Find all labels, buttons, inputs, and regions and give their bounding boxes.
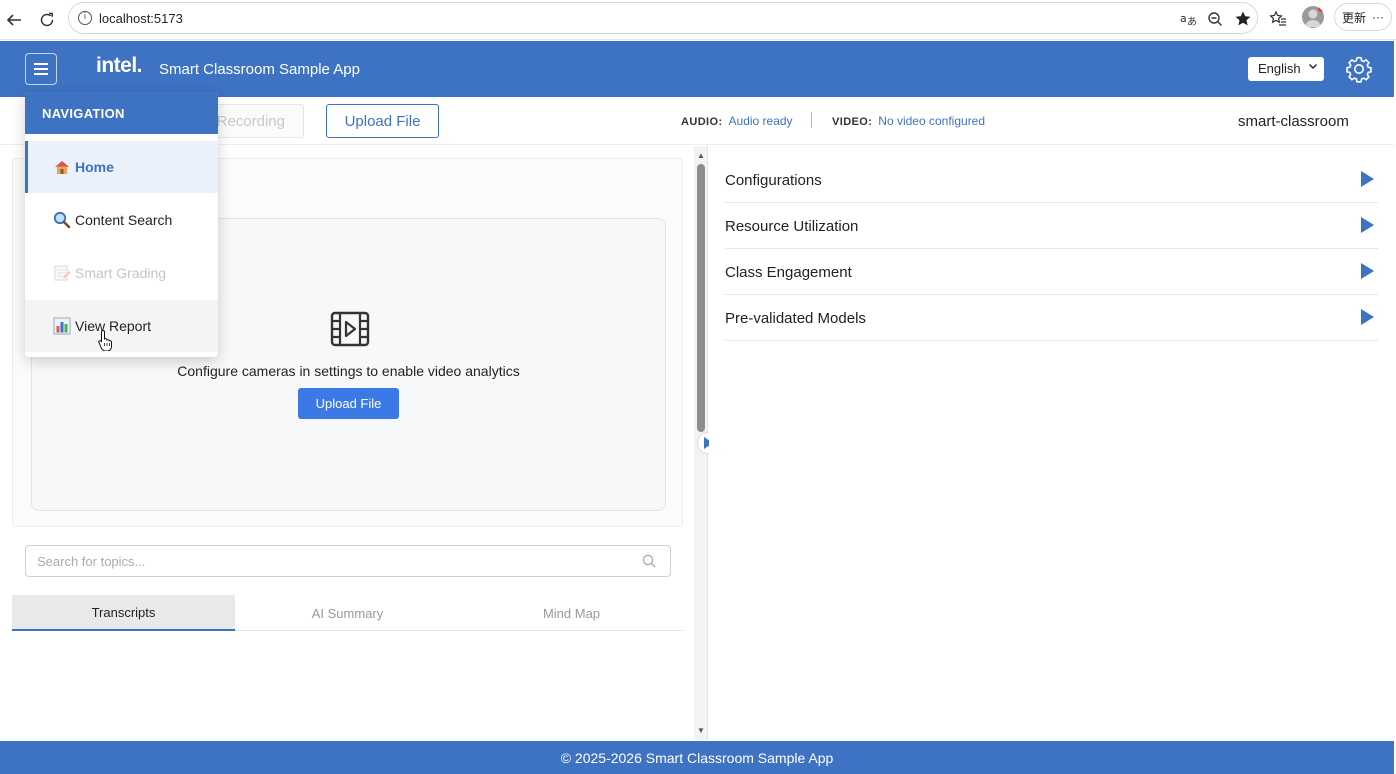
accordion-label: Configurations (725, 172, 822, 189)
nav-item-label: Home (75, 159, 114, 175)
more-icon[interactable]: ··· (1372, 10, 1384, 24)
camera-config-message: Configure cameras in settings to enable … (177, 363, 520, 379)
accordion-resource-utilization[interactable]: Resource Utilization (725, 202, 1378, 249)
app-header: intel. Smart Classroom Sample App Englis… (0, 41, 1394, 97)
expand-arrow-icon[interactable] (1361, 309, 1374, 325)
upload-file-button[interactable]: Upload File (326, 104, 439, 138)
accordion-configurations[interactable]: Configurations (725, 156, 1378, 203)
language-select[interactable]: English (1248, 57, 1324, 81)
favorites-icon[interactable] (1265, 6, 1291, 32)
video-upload-button[interactable]: Upload File (298, 388, 399, 419)
nav-item-content-search[interactable]: Content Search (25, 194, 218, 246)
update-label: 更新 (1341, 10, 1366, 25)
tab-mind-map[interactable]: Mind Map (460, 595, 683, 631)
translate-icon[interactable]: aあ (1179, 9, 1199, 29)
video-status: VIDEO: No video configured (832, 114, 985, 128)
accordion-pre-validated-models[interactable]: Pre-validated Models (725, 294, 1378, 341)
audio-status-key: AUDIO: (681, 116, 723, 128)
accordion-class-engagement[interactable]: Class Engagement (725, 248, 1378, 295)
update-button[interactable]: 更新 ··· (1334, 3, 1392, 31)
house-icon (53, 158, 71, 176)
search-icon[interactable] (642, 554, 656, 568)
film-icon (330, 311, 370, 347)
topic-search-input[interactable]: Search for topics... (25, 545, 671, 577)
site-info-icon[interactable]: i (78, 11, 92, 25)
expand-arrow-icon[interactable] (1361, 217, 1374, 233)
scroll-up-icon[interactable]: ▲ (697, 151, 705, 160)
memo-icon (53, 264, 71, 282)
back-arrow-icon[interactable] (0, 6, 28, 34)
audio-status-value: Audio ready (728, 114, 793, 128)
notification-dot (1318, 6, 1324, 12)
accordion-label: Pre-validated Models (725, 310, 866, 327)
accordion-label: Resource Utilization (725, 218, 859, 235)
audio-status: AUDIO: Audio ready (681, 114, 793, 128)
video-status-key: VIDEO: (832, 116, 873, 128)
bar-chart-icon (53, 317, 71, 335)
hamburger-icon (34, 63, 48, 65)
scroll-down-icon[interactable]: ▼ (697, 726, 705, 735)
hamburger-menu-button[interactable] (25, 53, 57, 85)
tab-transcripts[interactable]: Transcripts (12, 595, 235, 631)
nav-item-smart-grading[interactable]: Smart Grading (25, 247, 218, 299)
nav-item-view-report[interactable]: View Report (25, 300, 218, 352)
right-pane: Configurations Resource Utilization Clas… (709, 146, 1394, 740)
language-value: English (1258, 61, 1301, 76)
navigation-header: NAVIGATION (25, 92, 218, 134)
profile-avatar[interactable] (1302, 6, 1324, 28)
magnifier-icon (53, 211, 71, 229)
hand-cursor-icon (98, 329, 114, 352)
video-status-value: No video configured (878, 114, 986, 128)
accordion-label: Class Engagement (725, 264, 852, 281)
gear-icon[interactable] (1344, 54, 1374, 84)
intel-logo: intel. (96, 54, 143, 77)
search-placeholder: Search for topics... (37, 554, 146, 569)
tab-ai-summary[interactable]: AI Summary (236, 595, 459, 631)
scroll-thumb[interactable] (697, 164, 705, 432)
content-tabs: Transcripts AI Summary Mind Map (12, 595, 683, 631)
footer: © 2025-2026 Smart Classroom Sample App (0, 741, 1394, 774)
expand-arrow-icon[interactable] (1361, 263, 1374, 279)
reload-icon[interactable] (33, 6, 61, 34)
svg-text:あ: あ (1187, 16, 1197, 27)
svg-text:a: a (1180, 12, 1187, 25)
browser-toolbar: i localhost:5173 aあ 更新 ··· (0, 0, 1396, 40)
zoom-out-icon[interactable] (1205, 9, 1225, 29)
expand-arrow-icon[interactable] (1361, 171, 1374, 187)
navigation-menu: NAVIGATION Home Content Search Smart Gra… (25, 92, 218, 357)
status-divider (811, 112, 812, 128)
nav-item-label: Content Search (75, 212, 173, 228)
address-bar[interactable]: i localhost:5173 aあ (68, 2, 1258, 34)
chevron-down-icon (1308, 61, 1318, 74)
footer-text: © 2025-2026 Smart Classroom Sample App (560, 749, 834, 766)
address-url: localhost:5173 (99, 11, 183, 26)
nav-item-label: Smart Grading (75, 265, 167, 281)
nav-item-home[interactable]: Home (25, 141, 218, 193)
bookmark-star-icon[interactable] (1233, 9, 1253, 29)
class-name: smart-classroom (1238, 113, 1349, 130)
app-title: Smart Classroom Sample App (159, 61, 360, 78)
